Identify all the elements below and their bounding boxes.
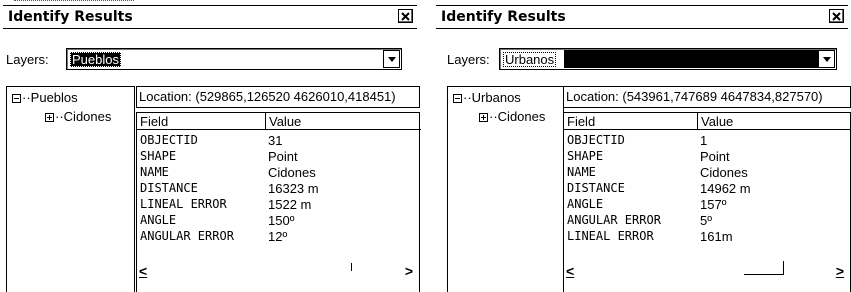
tree-connector: ··: [55, 109, 64, 124]
row-field: ANGULAR ERROR: [567, 213, 661, 227]
tree-node-label: Urbanos: [471, 90, 521, 105]
row-field: NAME: [567, 165, 596, 179]
scroll-right-icon[interactable]: >: [405, 263, 413, 279]
row-value: 16323 m: [268, 181, 319, 196]
close-button[interactable]: [829, 9, 844, 23]
location-field: Location: (529865,126520 4626010,418451): [136, 86, 420, 108]
row-field: ANGULAR ERROR: [140, 229, 234, 243]
row-value: 1: [700, 133, 708, 148]
row-value: 12º: [268, 229, 288, 244]
tree-node-root[interactable]: ··Urbanos: [453, 90, 521, 105]
window-title: Identify Results: [441, 9, 566, 25]
row-value: 5º: [700, 213, 712, 228]
identify-results-window-urbanos: Identify Results Layers: Urbanos ··Urban…: [433, 0, 851, 292]
row-value: 161m: [700, 229, 733, 244]
row-field: SHAPE: [140, 149, 177, 163]
layers-dropdown[interactable]: Pueblos: [66, 48, 402, 70]
row-value: 1522 m: [268, 197, 312, 212]
chevron-down-icon: [387, 56, 396, 62]
row-value: 31: [268, 133, 283, 148]
row-field: ANGLE: [140, 213, 177, 227]
tree-connector: ··: [463, 90, 472, 105]
expand-icon[interactable]: [45, 113, 54, 122]
row-value: Point: [268, 149, 298, 164]
tree-node-child[interactable]: ··Cidones: [479, 109, 545, 124]
row-value: Point: [700, 149, 730, 164]
row-value: Cidones: [268, 165, 316, 180]
close-icon: [401, 11, 410, 21]
title-bar[interactable]: Identify Results: [436, 5, 848, 29]
layers-selected-value: Urbanos: [503, 52, 557, 67]
row-value: Cidones: [700, 165, 748, 180]
column-header-value[interactable]: Value: [698, 113, 851, 130]
row-field: DISTANCE: [567, 181, 625, 195]
scroll-thumb[interactable]: [351, 263, 352, 271]
expand-icon[interactable]: [479, 113, 488, 122]
scroll-left-icon[interactable]: <: [139, 263, 147, 279]
scroll-thumb[interactable]: [744, 261, 784, 275]
row-value: 157º: [700, 197, 727, 212]
column-header-value[interactable]: Value: [266, 113, 421, 130]
tree-node-root[interactable]: ··Pueblos: [12, 90, 78, 105]
layers-dropdown[interactable]: Urbanos: [499, 48, 837, 70]
row-field: LINEAL ERROR: [567, 229, 654, 243]
row-field: ANGLE: [567, 197, 604, 211]
row-field: SHAPE: [567, 149, 604, 163]
attributes-grid: Field Value OBJECTID 1 SHAPE Point NAME Cidon…: [563, 112, 851, 292]
row-field: DISTANCE: [140, 181, 198, 195]
column-header-field[interactable]: Field: [137, 113, 266, 130]
dropdown-button[interactable]: [818, 50, 835, 68]
results-tree: ··Pueblos ··Cidones: [6, 86, 135, 292]
collapse-icon[interactable]: [12, 94, 21, 103]
close-button[interactable]: [398, 9, 413, 23]
layers-label: Layers:: [6, 52, 49, 67]
row-value: 14962 m: [700, 181, 751, 196]
horizontal-scrollbar[interactable]: < >: [137, 261, 419, 281]
collapse-icon[interactable]: [453, 94, 462, 103]
row-value: 150º: [268, 213, 295, 228]
tree-node-label: Cidones: [63, 109, 112, 124]
row-field: OBJECTID: [140, 133, 198, 147]
scroll-right-icon[interactable]: >: [836, 263, 844, 279]
tree-node-label: Cidones: [497, 109, 546, 124]
tree-node-child[interactable]: ··Cidones: [45, 109, 111, 124]
location-field: Location: (543961,747689 4647834,827570): [563, 86, 851, 108]
attributes-grid: Field Value OBJECTID 31 SHAPE Point NAME Cido…: [136, 112, 421, 292]
results-tree: ··Urbanos ··Cidones: [447, 86, 564, 292]
tree-connector: ··: [489, 109, 498, 124]
row-field: LINEAL ERROR: [140, 197, 227, 211]
column-header-field[interactable]: Field: [564, 113, 698, 130]
tree-node-label: Pueblos: [30, 90, 78, 105]
selection-highlight: [564, 50, 818, 68]
row-field: NAME: [140, 165, 169, 179]
chevron-down-icon: [822, 56, 831, 62]
layers-selected-value: Pueblos: [70, 52, 121, 67]
close-icon: [832, 11, 841, 21]
scroll-left-icon[interactable]: <: [566, 263, 574, 279]
tree-connector: ··: [22, 90, 31, 105]
horizontal-scrollbar[interactable]: < >: [564, 261, 850, 281]
dropdown-button[interactable]: [383, 50, 400, 68]
layers-label: Layers:: [447, 52, 490, 67]
row-field: OBJECTID: [567, 133, 625, 147]
identify-results-window-pueblos: Identify Results Layers: Pueblos ··Puebl…: [0, 0, 421, 292]
window-edge-decoration: [14, 0, 134, 4]
title-bar[interactable]: Identify Results: [3, 5, 417, 29]
window-title: Identify Results: [8, 9, 133, 25]
